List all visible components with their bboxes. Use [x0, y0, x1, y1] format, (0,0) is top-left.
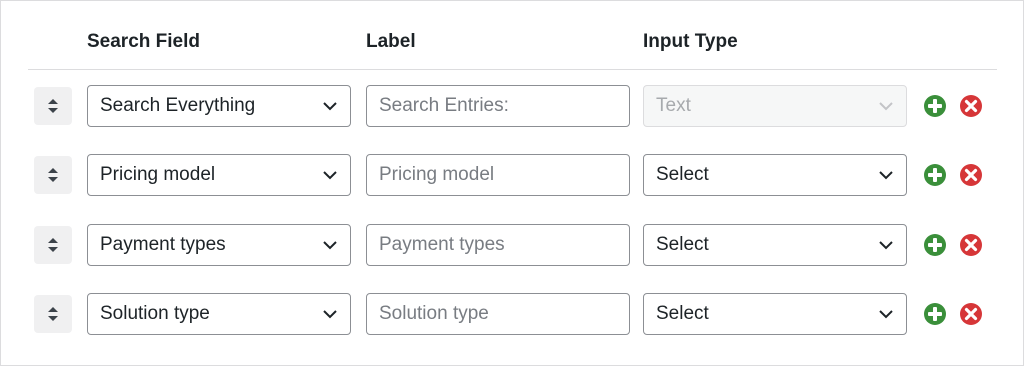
sort-arrows-icon: [48, 307, 58, 321]
label-input[interactable]: Payment types: [366, 224, 630, 266]
input-type-value: Select: [656, 234, 709, 255]
label-placeholder: Payment types: [379, 234, 505, 255]
drag-handle[interactable]: [34, 295, 72, 333]
plus-circle-icon[interactable]: [923, 302, 947, 326]
row-actions: [923, 163, 983, 187]
input-type-select[interactable]: Text: [643, 85, 907, 127]
chevron-down-icon: [879, 102, 893, 111]
column-header-search-field: Search Field: [87, 31, 200, 52]
search-field-value: Payment types: [100, 234, 226, 255]
input-type-select[interactable]: Select: [643, 224, 907, 266]
table-row: Solution type Solution type Select: [1, 293, 1023, 335]
input-type-value: Select: [656, 303, 709, 324]
label-input[interactable]: Search Entries:: [366, 85, 630, 127]
label-input[interactable]: Pricing model: [366, 154, 630, 196]
chevron-down-icon: [323, 310, 337, 319]
label-placeholder: Pricing model: [379, 164, 495, 185]
search-fields-panel: Search Field Label Input Type Search Eve…: [0, 0, 1024, 366]
plus-circle-icon[interactable]: [923, 233, 947, 257]
table-row: Search Everything Search Entries: Text: [1, 85, 1023, 127]
sort-arrows-icon: [48, 99, 58, 113]
label-placeholder: Solution type: [379, 303, 489, 324]
column-header-label: Label: [366, 31, 416, 52]
x-circle-icon[interactable]: [959, 302, 983, 326]
search-field-select[interactable]: Solution type: [87, 293, 351, 335]
column-header-input-type: Input Type: [643, 31, 738, 52]
chevron-down-icon: [323, 171, 337, 180]
chevron-down-icon: [879, 171, 893, 180]
chevron-down-icon: [879, 241, 893, 250]
input-type-value: Text: [656, 95, 691, 116]
search-field-value: Solution type: [100, 303, 210, 324]
input-type-select[interactable]: Select: [643, 293, 907, 335]
search-field-select[interactable]: Pricing model: [87, 154, 351, 196]
search-field-select[interactable]: Search Everything: [87, 85, 351, 127]
table-header: Search Field Label Input Type: [1, 31, 1023, 55]
label-placeholder: Search Entries:: [379, 95, 509, 116]
x-circle-icon[interactable]: [959, 163, 983, 187]
header-divider: [28, 69, 997, 70]
drag-handle[interactable]: [34, 156, 72, 194]
chevron-down-icon: [879, 310, 893, 319]
row-actions: [923, 233, 983, 257]
x-circle-icon[interactable]: [959, 94, 983, 118]
row-actions: [923, 94, 983, 118]
row-actions: [923, 302, 983, 326]
plus-circle-icon[interactable]: [923, 94, 947, 118]
table-row: Payment types Payment types Select: [1, 224, 1023, 266]
x-circle-icon[interactable]: [959, 233, 983, 257]
drag-handle[interactable]: [34, 87, 72, 125]
search-field-select[interactable]: Payment types: [87, 224, 351, 266]
drag-handle[interactable]: [34, 226, 72, 264]
input-type-value: Select: [656, 164, 709, 185]
plus-circle-icon[interactable]: [923, 163, 947, 187]
table-row: Pricing model Pricing model Select: [1, 154, 1023, 196]
chevron-down-icon: [323, 241, 337, 250]
chevron-down-icon: [323, 102, 337, 111]
sort-arrows-icon: [48, 238, 58, 252]
sort-arrows-icon: [48, 168, 58, 182]
search-field-value: Pricing model: [100, 164, 216, 185]
search-field-value: Search Everything: [100, 95, 256, 116]
input-type-select[interactable]: Select: [643, 154, 907, 196]
label-input[interactable]: Solution type: [366, 293, 630, 335]
